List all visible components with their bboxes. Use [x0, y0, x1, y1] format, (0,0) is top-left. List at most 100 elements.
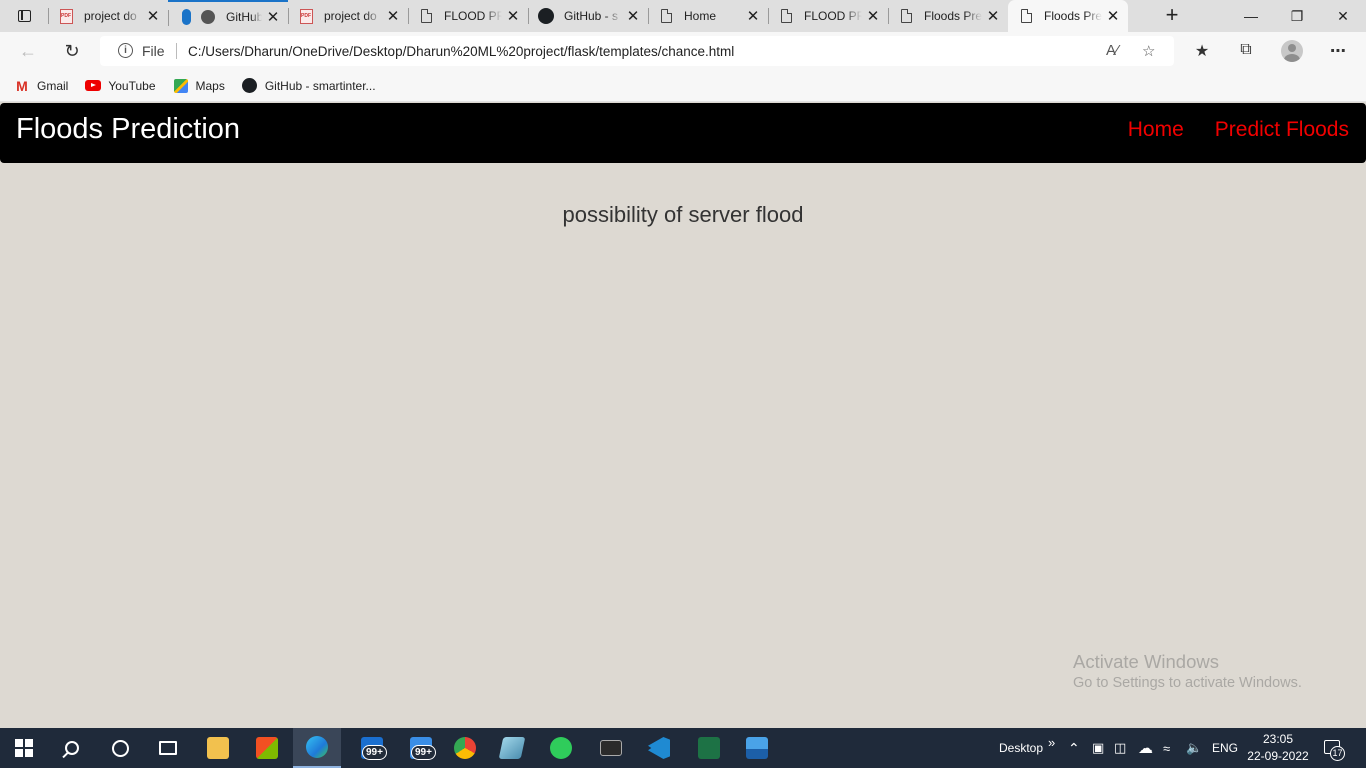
activate-windows-watermark: Activate Windows Go to Settings to activ…: [1073, 651, 1302, 691]
browser-tab[interactable]: Home ✕: [648, 0, 768, 32]
restore-icon[interactable]: ❐: [1274, 0, 1320, 32]
bookmark-maps[interactable]: Maps: [173, 78, 225, 94]
browser-tab[interactable]: Floods Pre ✕: [888, 0, 1008, 32]
nav-link-predict-floods[interactable]: Predict Floods: [1215, 118, 1349, 142]
taskbar-chat[interactable]: 99+: [397, 728, 445, 768]
show-hidden-icons-icon[interactable]: ⌃: [1068, 728, 1080, 768]
tab-actions-button[interactable]: [10, 7, 38, 27]
profile-avatar[interactable]: [1281, 40, 1303, 62]
windows-logo-icon: [15, 739, 33, 757]
close-tab-icon[interactable]: ✕: [862, 7, 884, 25]
site-navbar: Floods Prediction Home Predict Floods: [0, 103, 1366, 163]
close-tab-icon[interactable]: ✕: [982, 7, 1004, 25]
tab-actions-icon: [18, 10, 31, 22]
clock-time: 23:05: [1262, 732, 1294, 746]
new-tab-button[interactable]: +: [1160, 4, 1184, 28]
browser-tab[interactable]: GitHub - s ✕: [168, 0, 288, 32]
language-indicator[interactable]: ENG: [1212, 728, 1238, 768]
vscode-icon: [648, 737, 670, 759]
task-view-button[interactable]: [144, 728, 192, 768]
cortana-button[interactable]: [96, 728, 144, 768]
pdf-icon: PDF: [58, 8, 74, 24]
browser-tab[interactable]: PDF project do ✕: [48, 0, 168, 32]
meet-now-icon[interactable]: ▣: [1092, 728, 1104, 768]
collections-icon[interactable]: ⧉: [1235, 41, 1257, 63]
bookmark-label: GitHub - smartinter...: [264, 78, 376, 93]
nav-links: Home Predict Floods: [1097, 118, 1349, 142]
tab-title: GitHub - s: [226, 10, 262, 24]
browser-tab[interactable]: PDF project do ✕: [288, 0, 408, 32]
info-icon[interactable]: i: [118, 43, 133, 58]
windows-taskbar: 99+ 99+ Desktop » ⌃ ▣ ◫ ☁ ≈ 🔈 ENG 23:05 …: [0, 728, 1366, 768]
close-tab-icon[interactable]: ✕: [262, 8, 284, 26]
tab-title: Floods Pre: [924, 9, 982, 23]
minimize-icon[interactable]: —: [1228, 0, 1274, 32]
tab-title: GitHub - s: [564, 9, 619, 23]
close-tab-icon[interactable]: ✕: [502, 7, 524, 25]
page-icon: [778, 8, 794, 24]
tab-title: Home: [684, 9, 717, 23]
tab-title: Floods Pre: [1044, 9, 1102, 23]
taskbar-edge[interactable]: [293, 728, 341, 768]
close-window-icon[interactable]: ✕: [1320, 0, 1366, 32]
tab-title: FLOOD PR: [804, 9, 862, 23]
search-button[interactable]: [48, 728, 96, 768]
battery-icon[interactable]: ◫: [1114, 728, 1126, 768]
toolbar-chevron-icon[interactable]: »: [1048, 722, 1055, 762]
address-bar[interactable]: i File C:/Users/Dharun/OneDrive/Desktop/…: [100, 36, 1174, 66]
bookmark-label: YouTube: [108, 78, 156, 93]
taskbar-vscode[interactable]: [635, 728, 683, 768]
watermark-title: Activate Windows: [1073, 651, 1219, 672]
page-icon: [418, 8, 434, 24]
onedrive-icon[interactable]: ☁: [1138, 728, 1153, 768]
taskbar-app[interactable]: [488, 728, 536, 768]
excel-icon: [698, 737, 720, 759]
search-icon: [65, 741, 79, 755]
volume-icon[interactable]: 🔈: [1186, 728, 1202, 768]
add-favorite-icon[interactable]: ☆: [1142, 42, 1155, 60]
bookmark-label: Gmail: [37, 78, 69, 93]
taskbar-excel[interactable]: [685, 728, 733, 768]
github-icon: [242, 78, 258, 94]
close-tab-icon[interactable]: ✕: [1102, 7, 1124, 25]
url-text[interactable]: C:/Users/Dharun/OneDrive/Desktop/Dharun%…: [188, 44, 734, 59]
taskbar-whatsapp[interactable]: [537, 728, 585, 768]
close-tab-icon[interactable]: ✕: [382, 7, 404, 25]
bookmark-youtube[interactable]: YouTube: [85, 78, 156, 94]
bookmark-gmail[interactable]: M Gmail: [14, 78, 68, 94]
pdf-icon: PDF: [298, 8, 314, 24]
bookmark-github[interactable]: GitHub - smartinter...: [242, 78, 376, 94]
browser-tab[interactable]: GitHub - s ✕: [528, 0, 648, 32]
browser-tab[interactable]: FLOOD PR ✕: [768, 0, 888, 32]
taskbar-mail[interactable]: 99+: [348, 728, 396, 768]
terminal-icon: [600, 740, 622, 756]
notification-count: 17: [1330, 746, 1345, 761]
taskbar-file-explorer[interactable]: [194, 728, 242, 768]
read-aloud-icon[interactable]: A⁄: [1106, 42, 1119, 59]
close-tab-icon[interactable]: ✕: [142, 7, 164, 25]
bookmark-label: Maps: [195, 78, 225, 93]
page-icon: [898, 8, 914, 24]
wifi-icon[interactable]: ≈: [1163, 728, 1170, 768]
bookmarks-bar: M Gmail YouTube Maps GitHub - smartinter…: [0, 70, 1366, 102]
address-divider: [176, 43, 177, 59]
start-button[interactable]: [0, 728, 48, 768]
refresh-icon[interactable]: ↻: [61, 40, 83, 62]
browser-tab-active[interactable]: Floods Pre ✕: [1008, 0, 1128, 32]
system-clock[interactable]: 23:05 22-09-2022: [1246, 731, 1310, 765]
desktop-toolbar-label[interactable]: Desktop: [999, 728, 1043, 768]
site-brand[interactable]: Floods Prediction: [16, 113, 240, 146]
nav-link-home[interactable]: Home: [1128, 118, 1184, 142]
browser-tab[interactable]: FLOOD PR ✕: [408, 0, 528, 32]
favorites-icon[interactable]: ★: [1191, 41, 1213, 63]
taskbar-photos[interactable]: [733, 728, 781, 768]
more-menu-icon[interactable]: ⋯: [1327, 41, 1349, 63]
back-arrow-icon[interactable]: ←: [17, 40, 39, 62]
taskbar-store[interactable]: [243, 728, 291, 768]
close-tab-icon[interactable]: ✕: [742, 7, 764, 25]
whatsapp-icon: [550, 737, 572, 759]
taskbar-terminal[interactable]: [587, 728, 635, 768]
close-tab-icon[interactable]: ✕: [622, 7, 644, 25]
taskbar-chrome[interactable]: [441, 728, 489, 768]
mail-badge: 99+: [362, 745, 387, 760]
